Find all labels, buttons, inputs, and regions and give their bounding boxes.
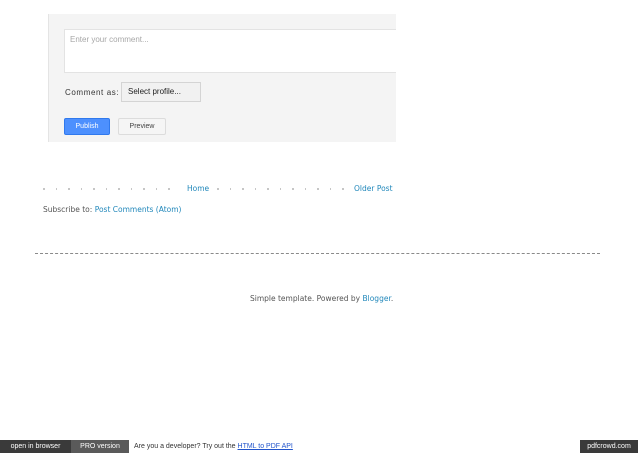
home-link[interactable]: Home [187, 184, 209, 193]
developer-promo: Are you a developer? Try out the HTML to… [134, 440, 293, 453]
pager-dot [342, 188, 344, 190]
post-comments-atom-link[interactable]: Post Comments (Atom) [95, 205, 182, 214]
attribution: Simple template. Powered by Blogger. [250, 294, 393, 303]
pager-dot [168, 188, 170, 190]
blogger-link[interactable]: Blogger [362, 294, 390, 303]
pager-dot [155, 188, 157, 190]
pager-dot [55, 188, 57, 190]
comment-placeholder: Enter your comment... [70, 35, 149, 44]
pager-dot [68, 188, 70, 190]
pager-dot [93, 188, 95, 190]
pager-dot [254, 188, 256, 190]
profile-select[interactable]: Select profile... [121, 82, 201, 102]
attribution-prefix: Simple template. Powered by [250, 294, 363, 303]
pager-dot [217, 188, 219, 190]
pager-dot [130, 188, 132, 190]
publish-button[interactable]: Publish [64, 118, 110, 135]
footer-divider [35, 253, 600, 254]
pager-dot [279, 188, 281, 190]
older-post-link[interactable]: Older Post [354, 184, 393, 193]
blog-pager: Home Older Post [0, 181, 638, 195]
pro-version-button[interactable]: PRO version [71, 440, 129, 453]
pager-dot [242, 188, 244, 190]
developer-text: Are you a developer? Try out the [134, 443, 238, 450]
subscribe-line: Subscribe to: Post Comments (Atom) [43, 205, 182, 214]
attribution-suffix: . [390, 294, 394, 303]
pager-dot [317, 188, 319, 190]
comment-textarea[interactable]: Enter your comment... [64, 29, 396, 73]
preview-button[interactable]: Preview [118, 118, 166, 135]
html-to-pdf-api-link[interactable]: HTML to PDF API [238, 443, 293, 450]
comment-as-label: Comment as: [65, 88, 120, 97]
pager-dot [43, 188, 45, 190]
pager-dot [118, 188, 120, 190]
pager-dot [229, 188, 231, 190]
comment-form: Enter your comment... Comment as: Select… [48, 14, 396, 142]
pdfcrowd-bar: open in browser PRO version Are you a de… [0, 440, 638, 453]
pager-dot [329, 188, 331, 190]
pager-dot [143, 188, 145, 190]
pager-dot [105, 188, 107, 190]
pager-dot [80, 188, 82, 190]
subscribe-prefix: Subscribe to: [43, 205, 95, 214]
pager-dot [267, 188, 269, 190]
open-in-browser-button[interactable]: open in browser [0, 440, 71, 453]
pager-dot [304, 188, 306, 190]
pdfcrowd-brand-link[interactable]: pdfcrowd.com [580, 440, 638, 453]
pager-dot [292, 188, 294, 190]
